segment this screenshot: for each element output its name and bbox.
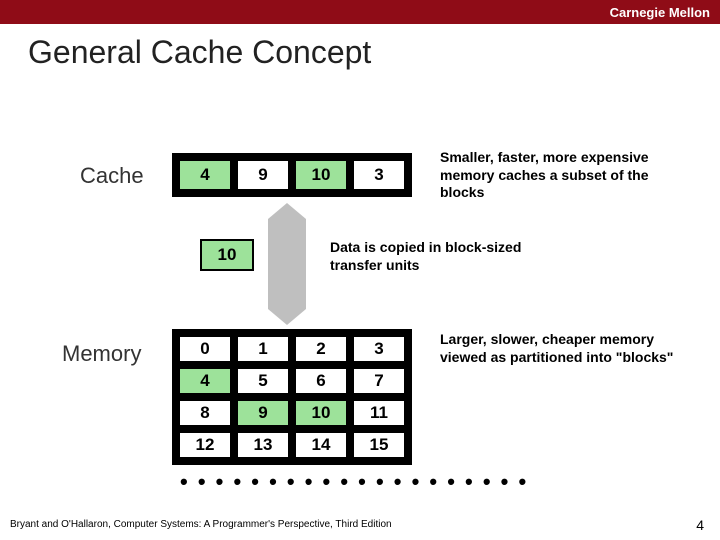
header-bar: Carnegie Mellon [0,0,720,24]
mem-cell: 0 [178,335,232,363]
mem-cell: 6 [294,367,348,395]
memory-label: Memory [62,341,141,367]
mem-cell: 11 [352,399,406,427]
transfer-caption: Data is copied in block-sized transfer u… [330,239,540,274]
mem-cell: 15 [352,431,406,459]
slide-title: General Cache Concept [0,24,720,71]
memory-grid: 0 1 2 3 4 5 6 7 8 9 10 11 12 13 14 15 [172,329,412,465]
cache-grid: 4 9 10 3 [172,153,412,197]
mem-cell: 8 [178,399,232,427]
mem-cell: 5 [236,367,290,395]
mem-cell: 14 [294,431,348,459]
cache-cell: 3 [352,159,406,191]
mem-cell: 10 [294,399,348,427]
mem-cell: 7 [352,367,406,395]
cache-caption: Smaller, faster, more expensive memory c… [440,149,680,202]
mem-cell: 2 [294,335,348,363]
transfer-cell: 10 [200,239,254,271]
cache-cell: 10 [294,159,348,191]
cache-cell: 9 [236,159,290,191]
memory-caption: Larger, slower, cheaper memory viewed as… [440,331,680,366]
mem-cell: 4 [178,367,232,395]
cache-cell: 4 [178,159,232,191]
ellipsis-dots: • • • • • • • • • • • • • • • • • • • • [180,469,528,495]
bidirectional-arrow [268,203,306,325]
cache-label: Cache [80,163,144,189]
mem-cell: 9 [236,399,290,427]
mem-cell: 12 [178,431,232,459]
mem-cell: 3 [352,335,406,363]
mem-cell: 1 [236,335,290,363]
brand-label: Carnegie Mellon [610,5,710,20]
mem-cell: 13 [236,431,290,459]
